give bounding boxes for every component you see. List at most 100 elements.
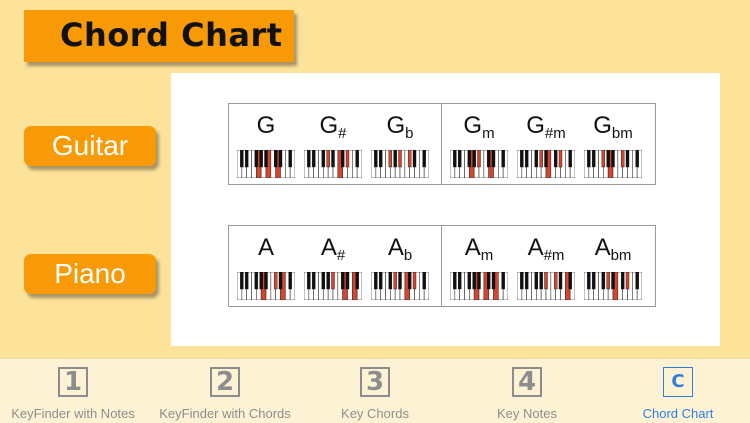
- title-banner: Chord Chart: [24, 10, 294, 62]
- chord-gsharp[interactable]: G#: [302, 104, 364, 184]
- black-key: [345, 272, 350, 290]
- chord-gsharpm[interactable]: G#m: [515, 104, 577, 184]
- black-key: [472, 272, 476, 290]
- black-key: [278, 150, 283, 168]
- chord-name: A: [235, 234, 297, 262]
- black-key: [524, 150, 529, 168]
- black-key: [240, 150, 244, 168]
- chord-asharp[interactable]: A#: [302, 226, 364, 306]
- black-key: [591, 272, 596, 290]
- black-key: [259, 272, 263, 290]
- piano-button[interactable]: Piano: [24, 254, 156, 294]
- black-key: [331, 272, 335, 290]
- tab-c-icon: C: [663, 367, 693, 397]
- chord-am[interactable]: Am: [448, 226, 510, 306]
- black-key: [393, 272, 397, 290]
- chord-suffix: b: [403, 247, 413, 264]
- chord-suffix: bm: [611, 125, 633, 142]
- black-key: [254, 272, 259, 290]
- tab-label: Key Notes: [497, 406, 557, 421]
- black-key: [467, 272, 472, 290]
- tab-label: Chord Chart: [642, 406, 714, 421]
- black-key: [620, 150, 625, 168]
- chord-name: A#m: [515, 234, 577, 264]
- chord-keyboard: [237, 150, 295, 178]
- chord-gb[interactable]: Gb: [369, 104, 431, 184]
- black-key: [520, 150, 524, 168]
- black-key: [477, 150, 481, 168]
- black-key: [625, 272, 630, 290]
- black-key: [259, 150, 263, 168]
- black-key: [321, 272, 326, 290]
- tab-keyfinder-with-chords[interactable]: 2 KeyFinder with Chords: [150, 359, 300, 423]
- tab-chord-chart[interactable]: C Chord Chart: [603, 359, 750, 423]
- chord-name: G#m: [515, 112, 577, 142]
- chord-root: A: [464, 234, 481, 261]
- black-key: [620, 272, 625, 290]
- chord-root: G: [526, 112, 545, 139]
- black-key: [340, 150, 345, 168]
- chord-asharpm[interactable]: A#m: [515, 226, 577, 306]
- chord-g[interactable]: G: [235, 104, 297, 184]
- tab-label: KeyFinder with Notes: [11, 406, 135, 421]
- chord-suffix: m: [480, 247, 494, 264]
- chord-root: G: [463, 112, 483, 139]
- black-key: [378, 272, 383, 290]
- guitar-button[interactable]: Guitar: [24, 126, 156, 166]
- black-key: [307, 272, 311, 290]
- black-key: [472, 150, 476, 168]
- black-key: [355, 272, 359, 290]
- black-key: [520, 272, 524, 290]
- tab-key-notes[interactable]: 4 Key Notes: [452, 359, 602, 423]
- black-key: [345, 150, 350, 168]
- black-key: [311, 150, 316, 168]
- chord-name: A#: [302, 234, 364, 264]
- chord-name: Ab: [369, 234, 431, 264]
- tab-keyfinder-with-notes[interactable]: 1 KeyFinder with Notes: [0, 359, 148, 423]
- tab-label: Key Chords: [341, 406, 409, 421]
- black-key: [524, 272, 529, 290]
- black-key: [467, 150, 472, 168]
- black-key: [591, 150, 596, 168]
- chord-a[interactable]: A: [235, 226, 297, 306]
- black-key: [398, 150, 402, 168]
- black-key: [264, 272, 268, 290]
- black-key: [453, 150, 457, 168]
- black-key: [558, 150, 563, 168]
- black-key: [606, 272, 610, 290]
- chord-root: G: [386, 112, 406, 139]
- black-key: [601, 272, 606, 290]
- chord-keyboard: [584, 272, 642, 300]
- black-key: [606, 150, 610, 168]
- chord-suffix: #m: [543, 247, 565, 264]
- black-key: [539, 150, 543, 168]
- chord-gbm[interactable]: Gbm: [582, 104, 644, 184]
- black-key: [611, 150, 615, 168]
- black-key: [321, 150, 326, 168]
- chord-suffix: bm: [610, 247, 632, 264]
- chord-keyboard: [584, 150, 642, 178]
- tab-4-icon: 4: [512, 367, 542, 397]
- chord-suffix: #: [336, 247, 346, 264]
- tab-key-chords[interactable]: 3 Key Chords: [300, 359, 450, 423]
- black-key: [457, 272, 462, 290]
- chord-keyboard: [517, 272, 575, 300]
- chord-chart-panel: G G# Gb Gm G#m Gbm A A# Ab Am A#m Abm: [171, 73, 720, 346]
- black-key: [486, 272, 491, 290]
- bottom-tab-bar: 1 KeyFinder with Notes 2 KeyFinder with Cho…: [0, 358, 750, 423]
- black-key: [422, 272, 426, 290]
- chord-ab[interactable]: Ab: [369, 226, 431, 306]
- black-key: [453, 272, 457, 290]
- black-key: [378, 150, 383, 168]
- chord-gm[interactable]: Gm: [448, 104, 510, 184]
- chord-abm[interactable]: Abm: [582, 226, 644, 306]
- black-key: [407, 272, 412, 290]
- major-chords: A A# Ab: [229, 226, 442, 306]
- black-key: [544, 272, 548, 290]
- black-key: [539, 272, 543, 290]
- black-key: [393, 150, 397, 168]
- black-key: [273, 150, 278, 168]
- black-key: [407, 150, 412, 168]
- chord-row-a: A A# Ab Am A#m Abm: [228, 225, 656, 307]
- black-key: [625, 150, 630, 168]
